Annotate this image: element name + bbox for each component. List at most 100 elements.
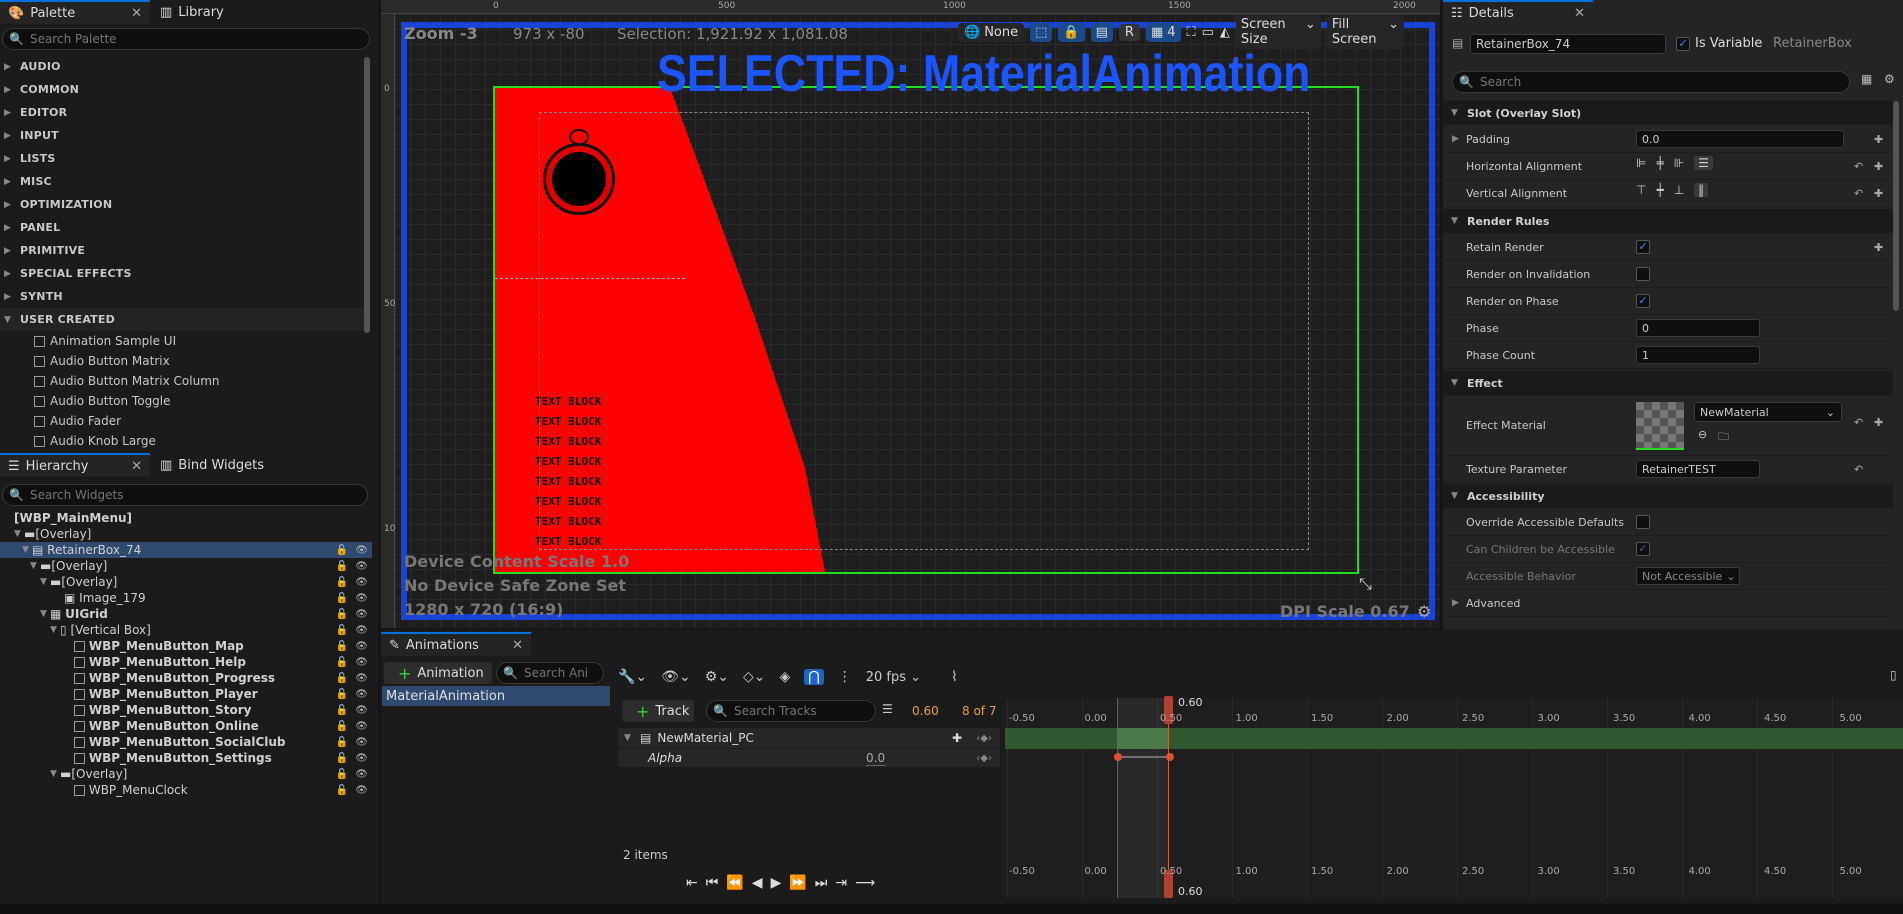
tree-row[interactable]: WBP_MenuButton_SocialClub 🔓 👁 [0,734,372,750]
row-advanced[interactable]: ▶ Advanced [1446,590,1893,617]
eye-icon[interactable]: 👁 [355,657,368,668]
render-invalidation-checkbox[interactable] [1636,267,1650,281]
add-icon[interactable]: ✚ [952,731,962,745]
category-synth[interactable]: ▶ SYNTH [0,285,370,308]
eye-icon[interactable]: 👁 [355,577,368,588]
lock-icon[interactable]: 🔓 [336,577,348,588]
lock-icon[interactable]: 🔓 [336,689,348,700]
close-icon[interactable]: ✕ [512,638,523,653]
retain-render-checkbox[interactable]: ✓ [1636,240,1650,254]
padding-field[interactable]: 0.0 [1636,130,1844,148]
hierarchy-search[interactable]: 🔍 [2,484,368,506]
track-value[interactable]: 0.0 [866,751,886,766]
track-row[interactable]: Alpha 0.0 ‹◆› [618,749,1000,767]
material-thumbnail[interactable] [1636,402,1684,450]
palette-item[interactable]: Audio Button Matrix Column [0,371,370,391]
designer-canvas[interactable]: TEXT BLOCK TEXT BLOCK TEXT BLOCK TEXT BL… [395,14,1440,628]
curve-editor-icon[interactable]: ⌇ [951,669,958,685]
track-row[interactable]: ▼ ▤ NewMaterial_PC ✚ ‹◆› [618,728,1000,748]
section-effect[interactable]: ▼ Effect [1443,371,1893,395]
tree-row[interactable]: [WBP_MainMenu] [0,510,372,526]
tree-row[interactable]: ▼ ▤ RetainerBox_74 🔓 👁 [0,542,372,558]
jump-end-icon[interactable]: ⇥ [835,875,847,891]
category-audio[interactable]: ▶ AUDIO [0,55,370,78]
lock-icon[interactable]: 🔓 [336,561,348,572]
step-forward-icon[interactable]: ⏩ [789,875,806,891]
align-middle-icon[interactable]: ┿ [1656,183,1663,197]
r-toggle-button[interactable]: R [1118,23,1140,41]
reset-icon[interactable]: ↶ [1854,416,1863,429]
animation-list-item[interactable]: MaterialAnimation [382,686,610,706]
palette-search[interactable]: 🔍 [2,28,370,50]
palette-item[interactable]: Audio Button Toggle [0,391,370,411]
animation-search[interactable]: 🔍 [496,662,604,684]
tab-animations[interactable]: ✎ Animations ✕ [381,632,531,656]
select-mode-button[interactable]: ⬚ [1030,22,1053,42]
access-behavior-dropdown[interactable]: Not Accessible ⌄ [1636,567,1740,585]
browse-icon[interactable]: 🗀 [1718,428,1729,447]
image-preview-icon[interactable]: ▭ [1202,25,1214,40]
lock-icon[interactable]: 🔓 [336,705,348,716]
align-top-icon[interactable]: ⊤ [1636,183,1646,197]
tab-library[interactable]: ▥ Library [152,0,312,24]
lock-icon[interactable]: 🔓 [336,673,348,684]
play-icon[interactable]: ▶ [771,875,782,891]
palette-scrollbar[interactable] [364,57,370,333]
lock-icon[interactable]: 🔓 [336,657,348,668]
jump-start-icon[interactable]: ⇤ [686,875,698,891]
tab-details[interactable]: ☷ Details ✕ [1443,0,1593,24]
eye-icon[interactable]: 👁 [355,625,368,636]
track-search-input[interactable] [733,704,875,718]
tree-row[interactable]: WBP_MenuButton_Settings 🔓 👁 [0,750,372,766]
section-accessibility[interactable]: ▼ Accessibility [1443,484,1893,508]
category-input[interactable]: ▶ INPUT [0,124,370,147]
category-special-effects[interactable]: ▶ SPECIAL EFFECTS [0,262,370,285]
hierarchy-search-input[interactable] [29,488,367,502]
lock-icon[interactable]: 🔓 [336,641,348,652]
phase-count-field[interactable]: 1 [1636,346,1760,364]
current-time[interactable]: 0.60 [912,704,939,718]
eye-icon[interactable]: 👁 [355,705,368,716]
loop-icon[interactable]: ⟶ [855,875,875,891]
render-phase-checkbox[interactable]: ✓ [1636,294,1650,308]
details-search[interactable]: 🔍 [1452,71,1850,93]
tree-row[interactable]: ▼ ▦ UIGrid 🔓 👁 [0,606,372,622]
next-key-icon[interactable]: ⏭ [815,875,828,891]
children-access-checkbox[interactable]: ✓ [1636,542,1650,556]
key-nav-icon[interactable]: ‹◆› [976,753,992,764]
close-icon[interactable]: ✕ [131,6,142,21]
resize-handle-icon[interactable]: ⤡ [1359,574,1372,594]
eye-icon[interactable]: 👁 [355,609,368,620]
eye-icon[interactable]: 👁 [355,593,368,604]
align-center-icon[interactable]: ╪ [1656,156,1663,170]
animation-search-input[interactable] [523,666,603,680]
category-panel[interactable]: ▶ PANEL [0,216,370,239]
category-common[interactable]: ▶ COMMON [0,78,370,101]
eye-icon[interactable]: 👁 [355,641,368,652]
texture-param-field[interactable]: RetainerTEST [1636,460,1760,478]
respect-lock-button[interactable]: ▤ [1090,22,1113,42]
palette-item[interactable]: Audio Button Matrix [0,351,370,371]
lock-icon[interactable]: 🔓 [336,625,348,636]
align-left-icon[interactable]: ⊫ [1636,156,1646,170]
lock-icon[interactable]: 🔓 [336,545,348,556]
category-primitive[interactable]: ▶ PRIMITIVE [0,239,370,262]
tab-hierarchy[interactable]: ☰ Hierarchy ✕ [0,453,150,477]
reset-icon[interactable]: ↶ [1854,463,1863,476]
key-icon[interactable]: ◇⌄ [743,669,766,685]
reset-icon[interactable]: ↶ [1854,187,1863,200]
magnet-icon[interactable]: ⋂ [804,669,824,685]
category-editor[interactable]: ▶ EDITOR [0,101,370,124]
category-optimization[interactable]: ▶ OPTIMIZATION [0,193,370,216]
use-selected-icon[interactable]: ⊖ [1698,428,1707,441]
align-fill-icon[interactable]: ☰ [1694,156,1713,170]
close-icon[interactable]: ✕ [131,459,142,474]
play-reverse-icon[interactable]: ◀ [752,875,763,891]
tree-row[interactable]: WBP_MenuButton_Help 🔓 👁 [0,654,372,670]
palette-item[interactable]: Audio Fader [0,411,370,431]
lock-icon[interactable]: 🔓 [336,769,348,780]
eye-icon[interactable]: 👁 [355,737,368,748]
tree-row[interactable]: ▼ ▬ [Overlay] 🔓 👁 [0,558,372,574]
eye-icon[interactable]: 👁 [355,785,368,796]
lock-icon[interactable]: 🔓 [336,721,348,732]
